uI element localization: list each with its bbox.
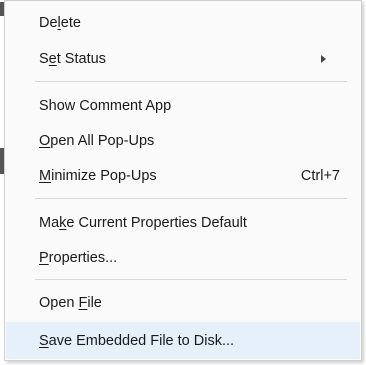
menu-separator: [35, 81, 347, 82]
menu-item-label: Properties...: [39, 250, 118, 266]
menu-item-label: Delete: [39, 15, 81, 31]
menu-item-label: Open All Pop-Ups: [39, 133, 155, 149]
menu-item-make-current-properties-default[interactable]: Make Current Properties Default: [6, 206, 360, 240]
menu-item-delete[interactable]: Delete: [6, 6, 360, 40]
screen: Delete Set Status Show Comment App Open …: [0, 0, 366, 365]
menu-item-label: Make Current Properties Default: [39, 215, 247, 231]
menu-item-label: Open File: [39, 295, 102, 311]
menu-item-show-comment-app[interactable]: Show Comment App: [6, 89, 360, 123]
menu-item-save-embedded-file-to-disk[interactable]: Save Embedded File to Disk...: [6, 322, 360, 359]
menu-item-open-all-pop-ups[interactable]: Open All Pop-Ups: [6, 124, 360, 158]
menu-item-label: Show Comment App: [39, 98, 172, 114]
menu-item-open-file[interactable]: Open File: [6, 286, 360, 320]
menu-item-label: Set Status: [39, 51, 106, 67]
menu-separator: [35, 279, 347, 280]
menu-item-properties[interactable]: Properties...: [6, 241, 360, 275]
menu-item-set-status[interactable]: Set Status: [6, 42, 360, 76]
menu-item-minimize-pop-ups[interactable]: Minimize Pop-Ups Ctrl+7: [6, 159, 360, 193]
submenu-arrow-icon: [321, 55, 326, 63]
menu-item-label: Save Embedded File to Disk...: [39, 332, 235, 349]
menu-item-shortcut: Ctrl+7: [300, 168, 340, 184]
menu-item-label: Minimize Pop-Ups: [39, 168, 157, 184]
context-menu: Delete Set Status Show Comment App Open …: [4, 0, 362, 361]
menu-separator: [35, 198, 347, 199]
